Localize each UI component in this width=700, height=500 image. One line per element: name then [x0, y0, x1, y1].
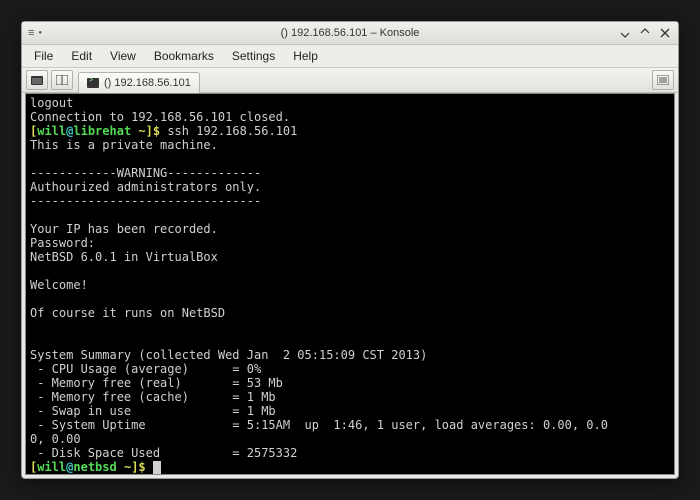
line: 0, 0.00: [30, 432, 81, 446]
toolbar-right: [652, 70, 674, 90]
line: Connection to 192.168.56.101 closed.: [30, 110, 290, 124]
menu-bookmarks[interactable]: Bookmarks: [146, 47, 222, 65]
menubar: File Edit View Bookmarks Settings Help: [22, 45, 678, 68]
line: Authourized administrators only.: [30, 180, 261, 194]
tab-label: () 192.168.56.101: [104, 77, 191, 89]
pin-icon[interactable]: ●: [38, 30, 42, 36]
close-button[interactable]: [658, 26, 672, 40]
prompt-host: netbsd: [73, 460, 116, 474]
titlebar[interactable]: ≡ ● () 192.168.56.101 – Konsole: [22, 22, 678, 45]
toolbar-menu-button[interactable]: [652, 70, 674, 90]
line: - Memory free (real) = 53 Mb: [30, 376, 283, 390]
split-view-button[interactable]: [51, 70, 73, 90]
menu-help[interactable]: Help: [285, 47, 326, 65]
terminal-tab[interactable]: () 192.168.56.101: [78, 72, 200, 93]
line: logout: [30, 96, 73, 110]
menu-edit[interactable]: Edit: [63, 47, 100, 65]
titlebar-left: ≡ ●: [28, 27, 108, 39]
menu-settings[interactable]: Settings: [224, 47, 283, 65]
menu-file[interactable]: File: [26, 47, 61, 65]
line: - CPU Usage (average) = 0%: [30, 362, 261, 376]
line: NetBSD 6.0.1 in VirtualBox: [30, 250, 218, 264]
line: - System Uptime = 5:15AM up 1:46, 1 user…: [30, 418, 608, 432]
prompt-user: will: [37, 124, 66, 138]
prompt-bracket: ]$: [131, 460, 153, 474]
window-title: () 192.168.56.101 – Konsole: [108, 27, 592, 39]
line: This is a private machine.: [30, 138, 218, 152]
command: ssh 192.168.56.101: [167, 124, 297, 138]
maximize-button[interactable]: [638, 26, 652, 40]
terminal-icon: [87, 78, 99, 88]
line: Password:: [30, 236, 95, 250]
line: Of course it runs on NetBSD: [30, 306, 225, 320]
window-controls: [592, 26, 672, 40]
line: - Disk Space Used = 2575332: [30, 446, 297, 460]
line: - Swap in use = 1 Mb: [30, 404, 276, 418]
konsole-window: ≡ ● () 192.168.56.101 – Konsole File Edi…: [21, 21, 679, 479]
prompt-sp: [117, 460, 124, 474]
line: Your IP has been recorded.: [30, 222, 218, 236]
window-menu-icon[interactable]: ≡: [28, 27, 34, 39]
line: Welcome!: [30, 278, 88, 292]
cursor: [153, 461, 161, 474]
minimize-button[interactable]: [618, 26, 632, 40]
prompt-dir: ~: [138, 124, 145, 138]
terminal-output[interactable]: logout Connection to 192.168.56.101 clos…: [25, 93, 675, 475]
prompt-bracket: ]$: [146, 124, 168, 138]
new-tab-button[interactable]: [26, 70, 48, 90]
line: ------------WARNING-------------: [30, 166, 261, 180]
menu-view[interactable]: View: [102, 47, 144, 65]
toolbar: () 192.168.56.101: [22, 68, 678, 93]
line: - Memory free (cache) = 1 Mb: [30, 390, 276, 404]
line: System Summary (collected Wed Jan 2 05:1…: [30, 348, 427, 362]
prompt-host: librehat: [73, 124, 131, 138]
line: --------------------------------: [30, 194, 261, 208]
prompt-user: will: [37, 460, 66, 474]
